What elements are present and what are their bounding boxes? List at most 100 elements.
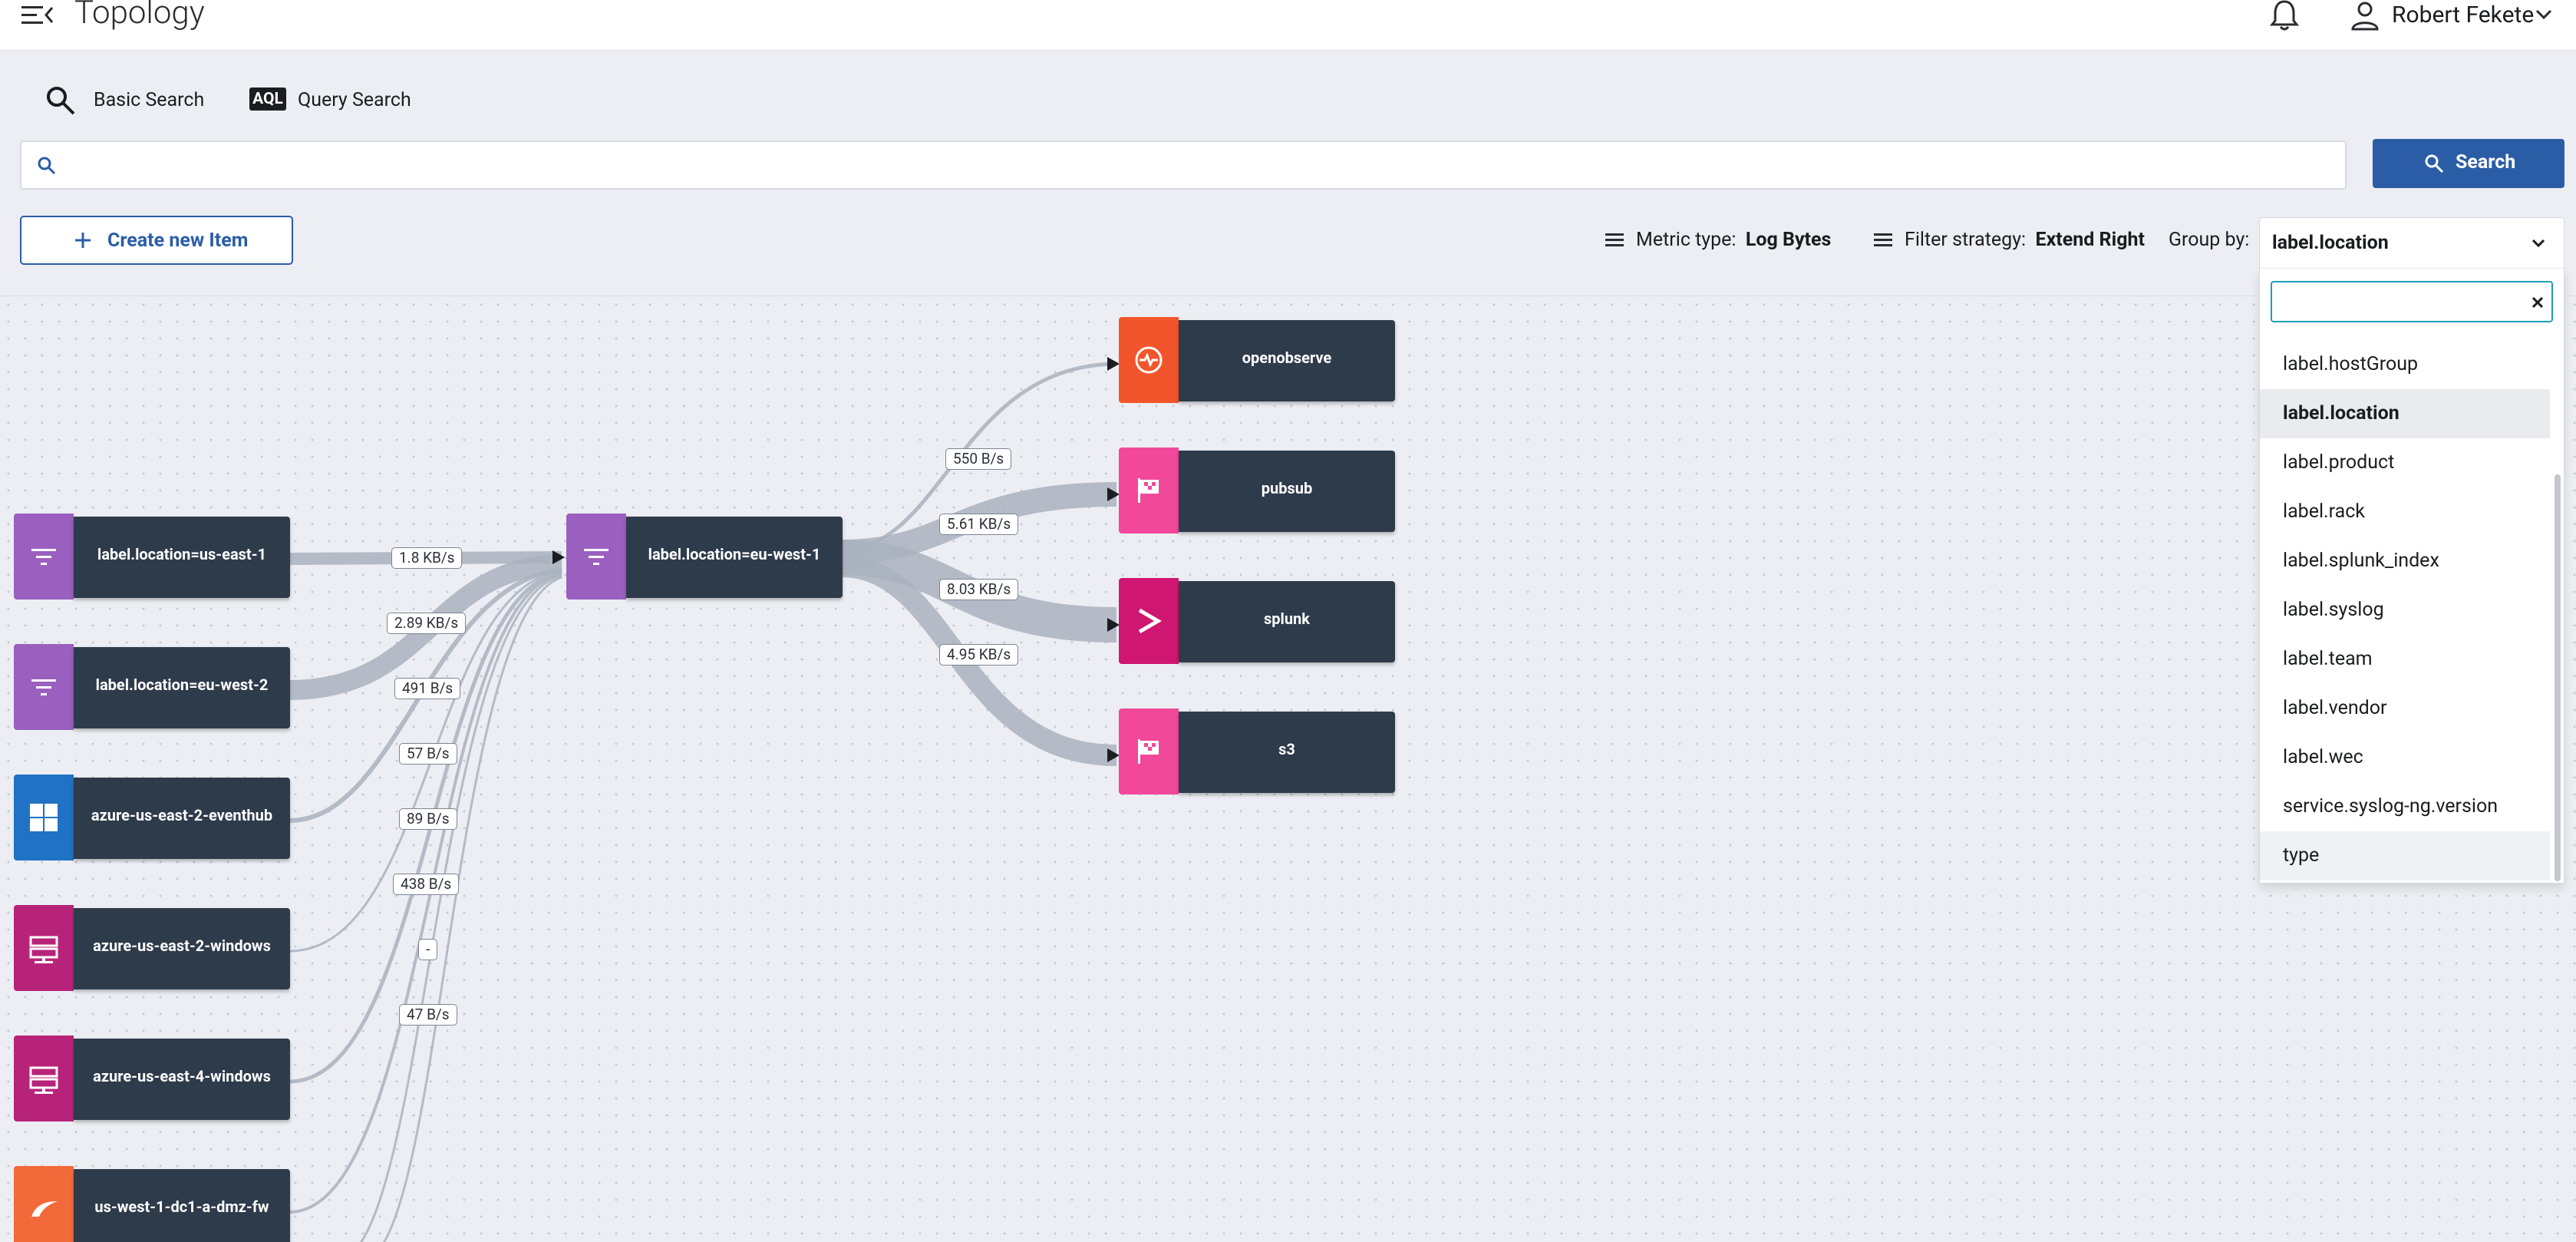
metric-type-selector[interactable]: Metric type: Log Bytes [1604,227,1834,258]
server-icon [29,1066,58,1094]
edge-label: 57 B/s [399,743,457,765]
node-icon [14,905,74,991]
edge-label: 438 B/s [393,874,460,895]
menu-collapse-icon[interactable] [20,2,55,29]
create-new-item-button[interactable]: Create new Item [20,216,293,265]
option-label-location[interactable]: label.location [2260,389,2550,438]
option-label-product[interactable]: label.product [2260,438,2550,487]
node-label: splunk [1264,609,1310,628]
tab-basic-search-label: Basic Search [94,89,205,111]
option-label-team[interactable]: label.team [2260,635,2550,684]
node-icon [1119,578,1179,664]
node-body: azure-us-east-4-windows [74,1039,290,1120]
close-icon[interactable] [2528,293,2547,312]
search-button[interactable]: Search [2373,139,2564,188]
edge-label: 89 B/s [399,808,457,830]
node-body: us-west-1-dc1-a-dmz-fw [74,1169,290,1242]
chevron-down-icon [2531,239,2545,248]
edge-label: 2.89 KB/s [387,613,467,634]
node-body: label.location=eu-west-2 [74,647,290,728]
edge-label: 1.8 KB/s [391,547,463,569]
option-label-rack[interactable]: label.rack [2260,487,2550,537]
filter-icon [31,679,56,695]
tab-basic-search[interactable]: Basic Search [20,77,224,150]
edge-label: 47 B/s [399,1004,457,1026]
list-lines-icon [1605,233,1624,246]
plus-icon [75,233,91,248]
metric-type-label: Metric type: [1636,229,1737,251]
node-body: openobserve [1179,320,1395,401]
dropdown-options: label.hostGroup label.location label.pro… [2260,340,2550,880]
list-lines-icon [1874,233,1892,246]
node-body: label.location=eu-west-1 [626,517,843,598]
group-by-value: label.location [2272,232,2389,254]
chevron-right-icon [1138,608,1162,634]
edge-label: 4.95 KB/s [939,644,1019,666]
node-icon [1119,709,1179,794]
node-icon [14,644,74,730]
search-box [20,140,2347,190]
filter-icon [584,549,609,565]
node-icon [1119,448,1179,533]
node-body: label.location=us-east-1 [74,517,290,598]
filter-strategy-selector[interactable]: Filter strategy: Extend Right [1872,227,2149,258]
edge-label: 491 B/s [394,678,461,699]
edge-label: 550 B/s [945,448,1012,470]
search-input[interactable] [69,147,2333,183]
aql-badge: AQL [249,88,286,111]
metric-type-value: Log Bytes [1745,229,1832,251]
node-label: label.location=us-east-1 [97,545,267,563]
dropdown-search-box [2271,281,2553,322]
notification-bell-icon[interactable] [2268,0,2301,31]
search-button-label: Search [2456,151,2516,173]
node-label: us-west-1-dc1-a-dmz-fw [94,1197,269,1216]
windows-icon [30,804,58,831]
edge-offscreen-2 [382,576,562,1242]
option-service-syslog-ng-version[interactable]: service.syslog-ng.version [2260,782,2550,831]
node-label: s3 [1278,740,1295,758]
option-label-syslog[interactable]: label.syslog [2260,586,2550,635]
firewall-icon [31,1201,58,1217]
edge-label: - [418,939,438,960]
flag-icon [1138,478,1159,503]
option-label-vendor[interactable]: label.vendor [2260,684,2550,733]
node-label: openobserve [1242,348,1332,367]
node-label: label.location=eu-west-2 [95,676,269,694]
node-label: azure-us-east-2-eventhub [91,806,273,824]
node-label: azure-us-east-4-windows [93,1067,271,1085]
dropdown-search-input[interactable] [2278,287,2516,318]
node-body: pubsub [1179,451,1395,532]
search-icon [47,87,75,115]
option-type[interactable]: type [2260,831,2550,880]
search-icon [2425,154,2444,173]
chevron-down-icon[interactable] [2532,5,2555,25]
edge-offscreen-1 [359,574,562,1242]
edge-label: 8.03 KB/s [939,579,1019,600]
dropdown-scrollbar[interactable] [2555,474,2561,881]
option-label-wec[interactable]: label.wec [2260,733,2550,782]
tab-query-search-label: Query Search [298,89,411,111]
node-label: label.location=eu-west-1 [648,545,821,563]
page-title: Topology [74,0,205,31]
user-account-icon[interactable] [2348,0,2382,32]
group-by-dropdown: label.hostGroup label.location label.pro… [2259,268,2564,884]
create-new-item-label: Create new Item [107,230,249,252]
node-icon [14,514,74,600]
node-label: pubsub [1261,479,1313,497]
option-label-hostgroup[interactable]: label.hostGroup [2260,340,2550,389]
edge-label: 5.61 KB/s [939,514,1019,535]
user-name[interactable]: Robert Fekete [2392,2,2534,28]
option-label-splunk-index[interactable]: label.splunk_index [2260,537,2550,586]
node-body: azure-us-east-2-eventhub [74,778,290,859]
filter-strategy-value: Extend Right [2035,229,2145,251]
node-icon [14,1166,74,1242]
openobserve-arrow-icon [1107,357,1120,371]
topology-canvas[interactable]: label.location=us-east-1 label.location=… [0,296,2576,1242]
node-icon [14,775,74,860]
node-icon [566,514,626,600]
tab-query-search[interactable]: AQL Query Search [247,77,424,150]
node-label: azure-us-east-2-windows [93,936,271,955]
flag-icon [1138,739,1159,764]
node-body: splunk [1179,581,1395,662]
group-by-select[interactable]: label.location [2259,217,2564,268]
